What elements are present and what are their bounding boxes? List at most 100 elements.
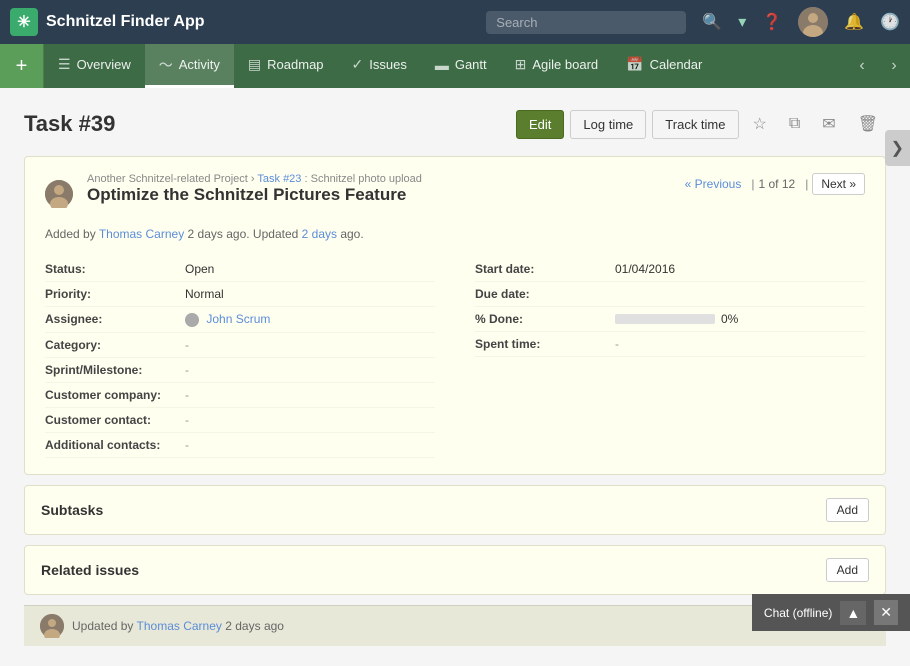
activity-icon: 〜 [159, 55, 173, 75]
added-by-link[interactable]: Thomas Carney [99, 227, 184, 241]
chat-widget: Chat (offline) ▲ ✕ [752, 594, 910, 631]
copy-icon[interactable]: ⧉ [781, 109, 808, 139]
field-sprint: Sprint/Milestone: - [45, 358, 435, 383]
add-button[interactable]: + [0, 44, 44, 88]
percent-done-value: 0% [615, 312, 738, 326]
field-start-date: Start date: 01/04/2016 [475, 257, 865, 282]
priority-value: Normal [185, 287, 224, 301]
nav-label-issues: Issues [369, 57, 407, 72]
chat-label: Chat (offline) [764, 606, 832, 620]
nav-label-gantt: Gantt [455, 57, 487, 72]
start-date-label: Start date: [475, 262, 615, 276]
logo-icon: ✳ [10, 8, 38, 36]
breadcrumb-project: Another Schnitzel-related Project › Task… [87, 173, 422, 185]
time-icon[interactable]: 🕐 [880, 12, 900, 32]
category-label: Category: [45, 338, 185, 352]
right-panel-toggle[interactable]: ❯ [885, 130, 910, 166]
chat-bar: Chat (offline) ▲ ✕ [752, 594, 910, 631]
priority-label: Priority: [45, 287, 185, 301]
agile-icon: ⊞ [515, 56, 527, 73]
nav-item-roadmap[interactable]: ▤ Roadmap [234, 44, 338, 88]
nav-label-activity: Activity [179, 57, 220, 72]
footer-avatar [40, 614, 64, 638]
task-meta: Added by Thomas Carney 2 days ago. Updat… [45, 227, 865, 241]
field-additional-contacts: Additional contacts: - [45, 433, 435, 458]
customer-contact-label: Customer contact: [45, 413, 185, 427]
log-time-button[interactable]: Log time [570, 110, 646, 139]
assignee-label: Assignee: [45, 312, 185, 326]
star-icon[interactable]: ☆ [745, 108, 775, 140]
nav-item-issues[interactable]: ✓ Issues [338, 44, 421, 88]
progress-percent: 0% [721, 312, 738, 326]
field-due-date: Due date: [475, 282, 865, 307]
added-days: 2 days [188, 227, 223, 241]
calendar-icon: 📅 [626, 56, 643, 73]
edit-button[interactable]: Edit [516, 110, 564, 139]
field-customer-company: Customer company: - [45, 383, 435, 408]
add-subtask-button[interactable]: Add [826, 498, 869, 522]
nav-next-arrow[interactable]: › [878, 44, 910, 88]
email-icon[interactable]: ✉ [814, 108, 843, 140]
add-related-issue-button[interactable]: Add [826, 558, 869, 582]
issues-icon: ✓ [352, 56, 364, 73]
progress-bar-wrap: 0% [615, 312, 738, 326]
nav-label-roadmap: Roadmap [267, 57, 323, 72]
search-input[interactable] [486, 11, 686, 34]
app-logo: ✳ Schnitzel Finder App [10, 8, 205, 36]
field-customer-contact: Customer contact: - [45, 408, 435, 433]
nav-item-activity[interactable]: 〜 Activity [145, 44, 234, 88]
assignee-avatar [185, 313, 199, 327]
chat-close-button[interactable]: ✕ [874, 600, 898, 625]
nav-label-calendar: Calendar [650, 57, 703, 72]
subtasks-title: Subtasks [41, 502, 103, 518]
project-name: Another Schnitzel-related Project [87, 173, 248, 185]
field-percent-done: % Done: 0% [475, 307, 865, 332]
bell-icon[interactable]: 🔔 [844, 12, 864, 32]
status-value: Open [185, 262, 214, 276]
fields-grid: Status: Open Priority: Normal Assignee: … [45, 257, 865, 458]
task-card: Another Schnitzel-related Project › Task… [24, 156, 886, 475]
top-nav-icons: 🔍 ▾ ❓ 🔔 🕐 [486, 7, 900, 37]
dropdown-icon[interactable]: ▾ [738, 12, 746, 32]
nav-arrows: ‹ › [846, 44, 910, 88]
field-assignee: Assignee: John Scrum [45, 307, 435, 333]
start-date-value: 01/04/2016 [615, 262, 675, 276]
related-issues-section: Related issues Add [24, 545, 886, 595]
task-title: Optimize the Schnitzel Pictures Feature [87, 185, 422, 205]
pagination-prev[interactable]: « Previous [685, 177, 742, 191]
related-task-text: Schnitzel photo upload [311, 173, 422, 185]
top-navigation: ✳ Schnitzel Finder App 🔍 ▾ ❓ 🔔 🕐 [0, 0, 910, 44]
help-icon[interactable]: ❓ [762, 12, 782, 32]
page-actions: Edit Log time Track time ☆ ⧉ ✉ 🗑 [516, 108, 886, 140]
nav-item-overview[interactable]: ☰ Overview [44, 44, 145, 88]
nav-label-agile: Agile board [532, 57, 598, 72]
secondary-navigation: + ☰ Overview 〜 Activity ▤ Roadmap ✓ Issu… [0, 44, 910, 88]
field-priority: Priority: Normal [45, 282, 435, 307]
assignee-value[interactable]: John Scrum [185, 312, 270, 327]
nav-item-gantt[interactable]: ▬ Gantt [421, 44, 501, 88]
delete-icon[interactable]: 🗑 [850, 108, 886, 140]
app-title: Schnitzel Finder App [46, 13, 205, 31]
roadmap-icon: ▤ [248, 56, 261, 73]
nav-prev-arrow[interactable]: ‹ [846, 44, 878, 88]
pagination: « Previous | 1 of 12 | Next » [685, 173, 865, 195]
customer-contact-value: - [185, 413, 189, 427]
task-avatar [45, 180, 73, 208]
track-time-button[interactable]: Track time [652, 110, 738, 139]
nav-item-agile[interactable]: ⊞ Agile board [501, 44, 613, 88]
nav-item-calendar[interactable]: 📅 Calendar [612, 44, 716, 88]
related-task-link[interactable]: Task #23 [257, 173, 304, 185]
pagination-next[interactable]: Next » [812, 173, 865, 195]
overview-icon: ☰ [58, 56, 71, 73]
page-title: Task #39 [24, 111, 516, 137]
nav-items: ☰ Overview 〜 Activity ▤ Roadmap ✓ Issues… [44, 44, 846, 88]
search-icon[interactable]: 🔍 [702, 12, 722, 32]
chat-toggle-button[interactable]: ▲ [840, 601, 866, 625]
updated-days-link[interactable]: 2 days [302, 227, 337, 241]
additional-contacts-value: - [185, 438, 189, 452]
pagination-info: 1 of 12 [758, 177, 795, 191]
subtasks-section: Subtasks Add [24, 485, 886, 535]
avatar[interactable] [798, 7, 828, 37]
field-spent-time: Spent time: - [475, 332, 865, 357]
additional-contacts-label: Additional contacts: [45, 438, 185, 452]
